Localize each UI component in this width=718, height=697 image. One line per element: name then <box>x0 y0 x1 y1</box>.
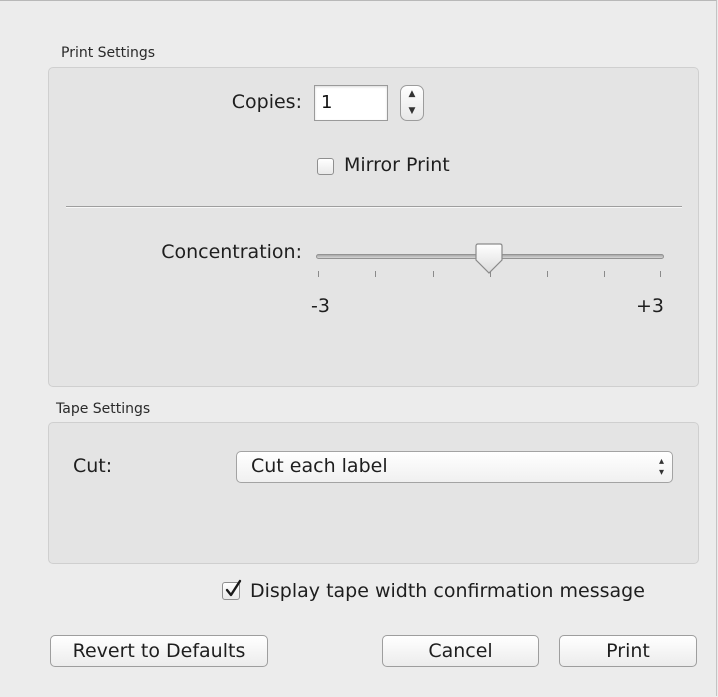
cancel-button[interactable]: Cancel <box>382 635 539 667</box>
mirror-print-label[interactable]: Mirror Print <box>344 154 450 176</box>
copies-stepper[interactable]: ▲ ▼ <box>400 85 424 121</box>
print-settings-label: Print Settings <box>61 45 156 61</box>
checkmark-icon <box>225 579 242 597</box>
updown-chevron-icon: ▴ ▾ <box>658 456 664 478</box>
print-dialog: Print Settings Copies: 1 ▲ ▼ Mirror Prin… <box>0 0 717 696</box>
section-divider <box>66 206 682 207</box>
revert-to-defaults-button[interactable]: Revert to Defaults <box>50 635 268 667</box>
concentration-max-label: +3 <box>636 295 665 317</box>
cut-select[interactable]: Cut each label ▴ ▾ <box>236 451 673 483</box>
print-button[interactable]: Print <box>559 635 697 667</box>
slider-tick <box>547 271 548 277</box>
slider-tick <box>433 271 434 277</box>
mirror-print-checkbox[interactable] <box>317 158 334 175</box>
slider-thumb-icon[interactable] <box>474 242 504 276</box>
display-tape-width-label[interactable]: Display tape width confirmation message <box>250 580 645 602</box>
slider-tick <box>604 271 605 277</box>
cut-label: Cut: <box>73 455 113 477</box>
copies-label: Copies: <box>231 91 302 113</box>
stepper-up-icon[interactable]: ▲ <box>401 86 423 103</box>
concentration-min-label: -3 <box>311 295 330 317</box>
slider-tick <box>318 271 319 277</box>
concentration-label: Concentration: <box>161 241 302 263</box>
tape-settings-label: Tape Settings <box>56 401 151 417</box>
slider-tick <box>375 271 376 277</box>
slider-tick <box>660 271 661 277</box>
stepper-down-icon[interactable]: ▼ <box>401 103 423 120</box>
tape-settings-group <box>48 422 699 564</box>
copies-input[interactable]: 1 <box>314 85 388 121</box>
cut-select-value: Cut each label <box>251 455 388 477</box>
display-tape-width-checkbox[interactable] <box>222 579 242 600</box>
